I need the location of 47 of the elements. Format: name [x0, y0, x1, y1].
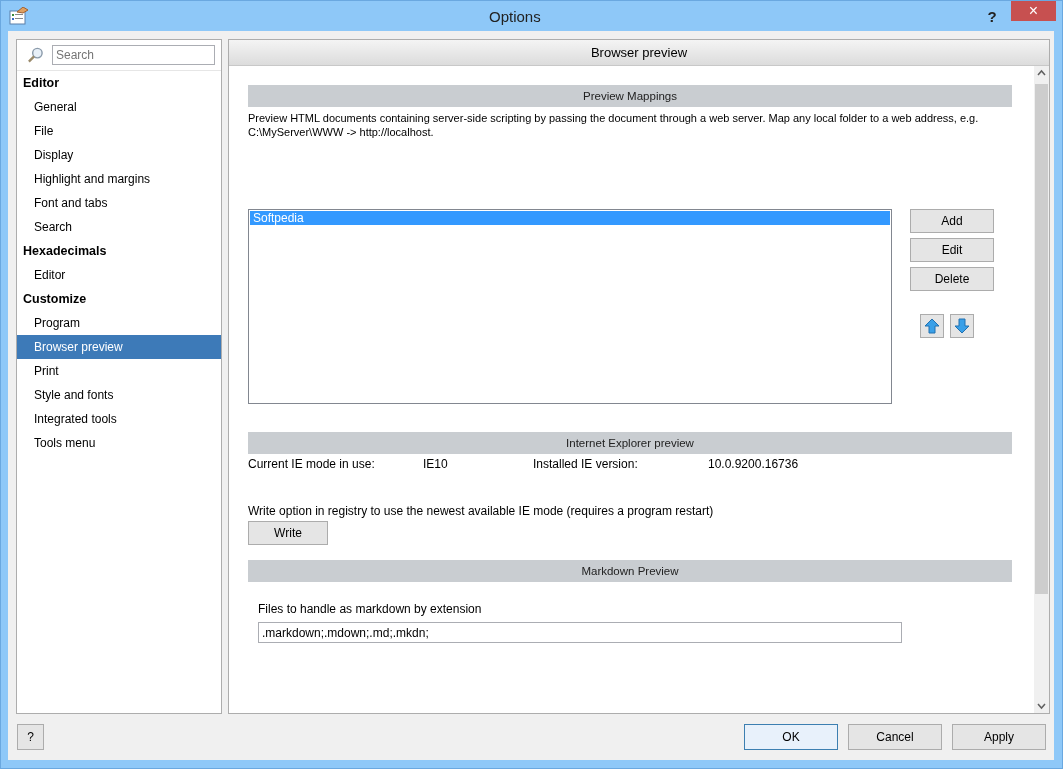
sidebar-item[interactable]: Editor — [17, 263, 221, 287]
sidebar-item[interactable]: Tools menu — [17, 431, 221, 455]
move-up-button[interactable] — [920, 314, 944, 338]
action-button[interactable]: Edit — [910, 238, 994, 262]
field-value: 10.0.9200.16736 — [708, 457, 799, 471]
field-label: Installed IE version: — [533, 457, 639, 471]
sidebar-item[interactable]: Print — [17, 359, 221, 383]
field-label: Files to handle as markdown by extension — [258, 602, 483, 616]
help-button[interactable]: ? — [977, 7, 1007, 25]
field-label: Current IE mode in use: — [248, 457, 376, 471]
dialog-button[interactable]: OK — [744, 724, 838, 750]
sidebar-item[interactable]: Display — [17, 143, 221, 167]
sidebar-item[interactable]: Browser preview — [17, 335, 221, 359]
down-arrow-icon — [954, 318, 970, 334]
sidebar-group-label: Customize — [22, 291, 88, 308]
sidebar-item[interactable]: Font and tabs — [17, 191, 221, 215]
sidebar-item[interactable]: Style and fonts — [17, 383, 221, 407]
note-text: Write option in registry to use the newest available IE mode (requires a program restart) — [248, 504, 715, 518]
app-icon — [9, 7, 29, 25]
sidebar-group-label: Editor — [22, 75, 61, 92]
move-down-button[interactable] — [950, 314, 974, 338]
panel-title: Browser preview — [229, 40, 1049, 66]
sidebar-item[interactable]: Program — [17, 311, 221, 335]
dialog-button[interactable]: Cancel — [848, 724, 942, 750]
section-header: Internet Explorer preview — [248, 432, 1012, 454]
search-icon — [27, 46, 44, 64]
write-button[interactable]: Write — [248, 521, 328, 545]
extensions-field[interactable]: .markdown;.mdown;.md;.mkdn; — [258, 622, 902, 643]
scrollbar[interactable] — [1034, 66, 1049, 713]
search-field[interactable]: Search — [52, 45, 215, 65]
sidebar-item[interactable]: Search — [17, 215, 221, 239]
sidebar-group-label: Hexadecimals — [22, 243, 108, 260]
window-title: Options — [489, 7, 541, 25]
sidebar-item[interactable]: Integrated tools — [17, 407, 221, 431]
dialog-button[interactable]: Apply — [952, 724, 1046, 750]
section-header: Markdown Preview — [248, 560, 1012, 582]
field-value: IE10 — [423, 457, 449, 471]
action-button[interactable]: Add — [910, 209, 994, 233]
description-text: Preview HTML documents containing server-side scripting by passing the document through a web server. Map any local folder to a web address, e.g. C:\MyServer\WWW -> http://localhost. — [248, 111, 980, 139]
section-header: Preview Mappings — [248, 85, 1012, 107]
sidebar-item[interactable]: Highlight and margins — [17, 167, 221, 191]
sidebar-item[interactable]: General — [17, 95, 221, 119]
help-button[interactable]: ? — [17, 724, 44, 750]
up-arrow-icon — [924, 318, 940, 334]
sidebar-item[interactable]: File — [17, 119, 221, 143]
action-button[interactable]: Delete — [910, 267, 994, 291]
close-button[interactable]: × — [1011, 1, 1056, 21]
